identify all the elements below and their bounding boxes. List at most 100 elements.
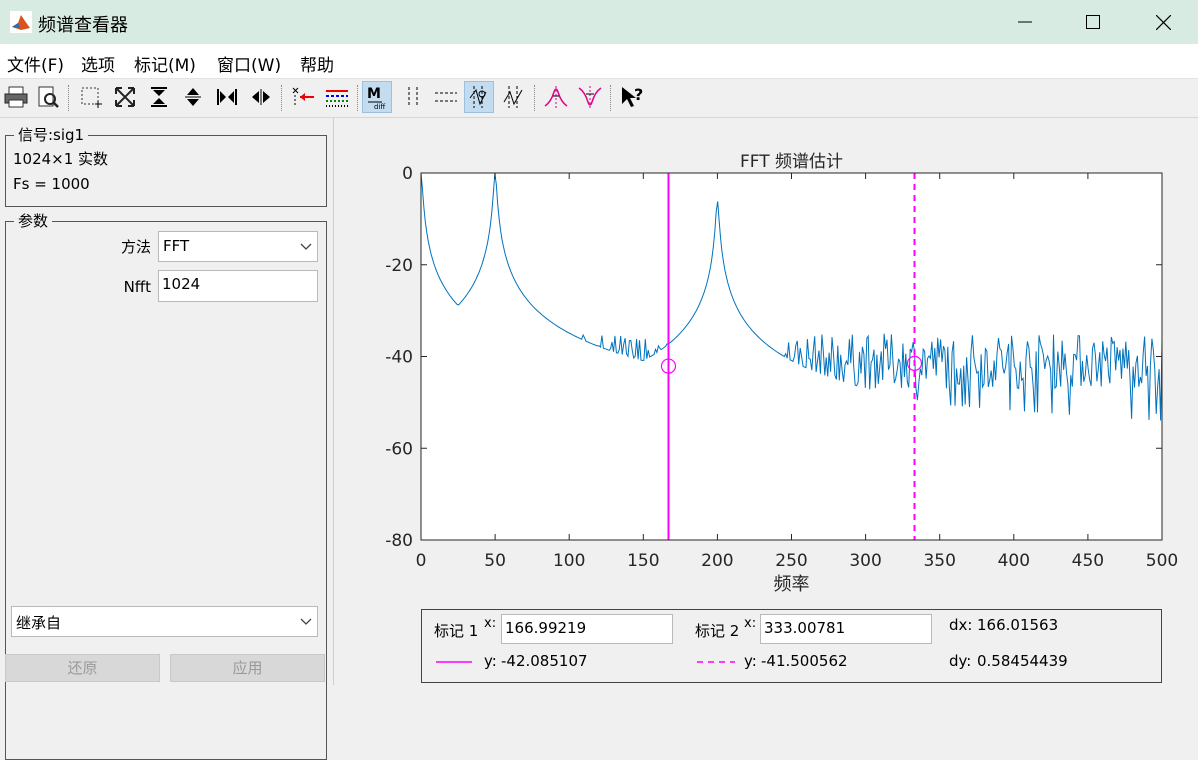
apply-button[interactable]: 应用 [170,654,325,682]
menu-options[interactable]: 选项 [81,51,115,76]
dx-value: 166.01563 [977,616,1059,634]
zoom-full-button[interactable] [110,81,140,113]
track-markers-icon [469,86,487,108]
nfft-input[interactable]: 1024 [158,270,318,302]
zoom-box-button[interactable] [76,81,106,113]
y-tick-label: -80 [385,531,413,551]
x-tick-label: 150 [627,551,659,571]
y-tick-label: -40 [385,348,413,368]
print-preview-icon [38,86,59,108]
peak-marker-button[interactable] [541,81,571,113]
zoom-full-icon [115,87,135,107]
revert-button[interactable]: 还原 [5,654,160,682]
marker1-y-label: y: [484,652,497,670]
marker2-y-value: -41.500562 [761,652,848,670]
track-markers-button[interactable] [464,81,494,113]
method-label: 方法 [120,238,151,256]
marker2-y-label: y: [744,652,757,670]
marker2-label: 标记 2 [695,622,740,640]
toolbar: Mdiff ? [0,79,1198,118]
whats-this-button[interactable]: ? [617,81,647,113]
plot-background [421,173,1162,540]
valley-marker-icon [578,86,602,108]
marker-panel: 标记 1 x: 166.99219 y: -42.085107 标记 2 x: … [421,609,1162,683]
zoom-x-in-button[interactable] [212,81,242,113]
menu-markers[interactable]: 标记(M) [134,51,196,76]
signal-group: 信号:sig1 1024×1 实数 Fs = 1000 [5,126,327,207]
horizontal-markers-icon [435,92,457,102]
y-tick-label: -20 [385,256,413,276]
menu-bar: 文件(F) 选项 标记(M) 窗口(W) 帮助 [0,44,1198,79]
vertical-markers-icon [408,87,418,107]
svg-text:diff: diff [374,103,385,110]
spectrum-chart[interactable]: 0 50 100 150 200 250 300 350 400 450 500 0 -20 -40 -60… [370,165,1190,605]
chevron-down-icon [295,232,317,261]
x-tick-label: 100 [553,551,585,571]
free-markers-button[interactable] [498,81,528,113]
marker1-x-input[interactable]: 166.99219 [501,614,673,644]
inherit-value: 继承自 [16,614,62,632]
peak-marker-icon [544,86,568,108]
method-select[interactable]: FFT [158,231,318,262]
x-tick-label: 200 [701,551,733,571]
nfft-label: Nfft [123,278,151,296]
marker-toggle-button[interactable]: Mdiff [362,81,392,113]
inherit-select[interactable]: 继承自 [11,606,318,637]
free-markers-icon [503,86,523,108]
minimize-button[interactable] [990,0,1060,44]
x-tick-label: 500 [1146,551,1178,571]
marker-toggle-icon: Mdiff [367,86,385,110]
valley-marker-button[interactable] [575,81,605,113]
marker2-x-input[interactable]: 333.00781 [760,614,932,644]
maximize-button[interactable] [1058,0,1128,44]
print-button[interactable] [1,81,31,113]
maximize-icon [1086,15,1100,29]
menu-file[interactable]: 文件(F) [7,51,64,76]
zoom-y-out-icon [185,88,201,106]
print-preview-button[interactable] [33,81,63,113]
zoom-x-out-button[interactable] [246,81,276,113]
zoom-y-out-button[interactable] [178,81,208,113]
x-tick-label: 50 [484,551,506,571]
x-tick-label: 300 [849,551,881,571]
vertical-markers-button[interactable] [398,81,428,113]
dy-label: dy: [949,652,972,670]
marker1-y-value: -42.085107 [501,652,588,670]
dy-value: 0.58454439 [977,652,1068,670]
x-tick-label: 450 [1072,551,1104,571]
marker2-line-sample [697,661,735,663]
chevron-down-icon [295,607,317,636]
marker1-line-sample [436,661,472,663]
zoom-x-in-icon [217,89,237,105]
zoom-y-in-icon [151,87,167,107]
close-icon [1155,14,1171,30]
zoom-y-in-button[interactable] [144,81,174,113]
sample-rate: Fs = 1000 [13,175,90,193]
import-button[interactable] [288,81,318,113]
menu-window[interactable]: 窗口(W) [217,51,281,76]
marker1-label: 标记 1 [434,622,479,640]
method-value: FFT [163,237,190,255]
menu-help[interactable]: 帮助 [300,51,334,76]
import-icon [292,87,314,107]
close-button[interactable] [1128,0,1198,44]
y-tick-label: -60 [385,439,413,459]
y-tick-label: 0 [402,165,413,184]
dx-label: dx: [949,616,973,634]
settings-panel: 信号:sig1 1024×1 实数 Fs = 1000 参数 方法 FFT Nf… [0,118,334,760]
x-tick-label: 400 [998,551,1030,571]
signal-group-title: 信号:sig1 [14,126,89,144]
legend-icon [326,90,348,107]
x-axis-label: 频率 [774,574,810,595]
whats-this-icon: ? [622,85,643,107]
x-tick-label: 350 [923,551,955,571]
horizontal-markers-button[interactable] [431,81,461,113]
svg-text:M: M [367,86,381,102]
svg-text:?: ? [634,85,643,104]
window-title: 频谱查看器 [38,15,128,36]
signal-description: 1024×1 实数 [13,150,109,168]
legend-button[interactable] [322,81,352,113]
marker2-x-label: x: [744,616,757,631]
marker1-x-label: x: [484,616,497,631]
zoom-box-icon [81,87,102,108]
